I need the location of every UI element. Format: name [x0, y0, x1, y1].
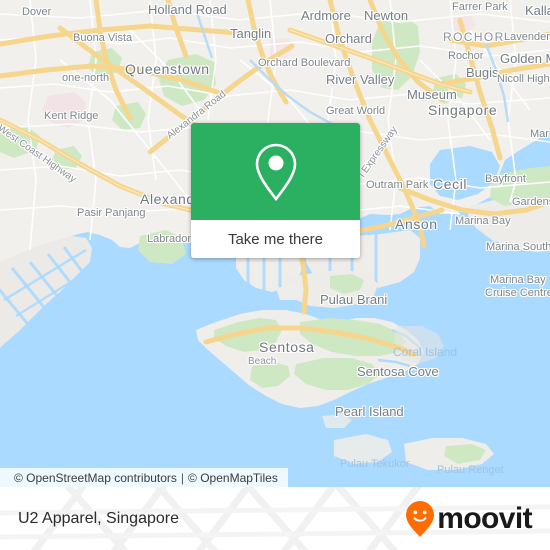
- attribution-separator: |: [180, 471, 185, 485]
- moovit-logo[interactable]: moovit: [405, 500, 533, 538]
- moovit-smiley-pin-icon: [406, 500, 435, 537]
- take-me-there-button[interactable]: Take me there: [191, 220, 360, 258]
- map-pin-icon: [255, 143, 296, 201]
- place-popup-image: [191, 123, 360, 220]
- take-me-there-label: Take me there: [227, 230, 324, 248]
- map-attribution-bar[interactable]: © OpenStreetMap contributors | © OpenMap…: [0, 468, 288, 487]
- footer-bar: U2 Apparel, Singapore moovit: [0, 487, 550, 550]
- osm-attribution-link[interactable]: © OpenStreetMap contributors: [14, 471, 177, 485]
- page-title: U2 Apparel, Singapore: [18, 509, 179, 527]
- moovit-wordmark: moovit: [437, 501, 532, 535]
- openmaptiles-attribution-link[interactable]: © OpenMapTiles: [188, 471, 278, 485]
- map-canvas[interactable]: Dover Holland Road Ardmore Newton Farrer Par…: [0, 0, 550, 487]
- map-page: Dover Holland Road Ardmore Newton Farrer Par…: [0, 0, 550, 550]
- place-popup-card[interactable]: Take me there: [191, 123, 360, 258]
